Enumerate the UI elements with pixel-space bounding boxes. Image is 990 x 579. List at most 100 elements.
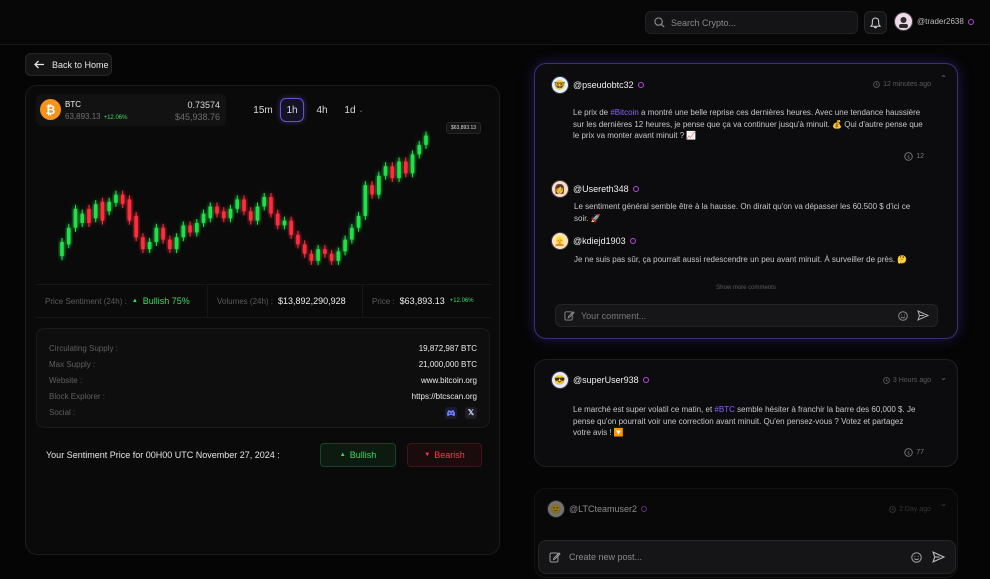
price-value: $63,893.13 <box>399 296 445 306</box>
bitcoin-logo-icon: ₿ <box>40 99 61 120</box>
post-avatar: 😎 <box>551 371 569 389</box>
candlestick-chart <box>60 131 428 265</box>
candle-up <box>228 204 233 223</box>
candle-down <box>161 223 165 244</box>
send-icon[interactable] <box>932 551 945 563</box>
candle-down <box>248 207 253 225</box>
candle-down <box>370 181 374 199</box>
comment-author[interactable]: 👩 @Usereth348 <box>551 180 639 198</box>
candle-up <box>350 223 354 244</box>
post-text: Le prix de #Bitcoin a montré une belle r… <box>573 108 923 140</box>
comment-text: Je ne suis pas sûr, ça pourrait aussi re… <box>574 255 908 264</box>
comment-author[interactable]: 👱 @kdiejd1903 <box>551 232 636 250</box>
comment-input[interactable]: Your comment... <box>555 304 938 327</box>
stats-bar: Price Sentiment (24h) : ▲ Bullish 75% Vo… <box>36 284 491 318</box>
candle-down <box>403 157 408 178</box>
candle-down <box>242 195 246 216</box>
post-author[interactable]: 🤓 @pseudobtc32 <box>551 76 644 94</box>
verified-icon <box>629 238 636 244</box>
hashtag-link[interactable]: #BTC <box>714 405 734 414</box>
candle-up <box>424 131 428 149</box>
show-more-comments[interactable]: Show more comments <box>535 285 957 291</box>
candle-down <box>296 230 300 249</box>
edit-icon <box>564 311 575 321</box>
info-row-social: Social : 𝕏 <box>49 405 477 421</box>
candle-down <box>302 240 307 258</box>
timeframe-1h[interactable]: 1h <box>280 98 304 122</box>
candle-up <box>282 216 287 230</box>
timeframe-1d[interactable]: 1d ⌄ <box>340 98 368 122</box>
block-explorer-link[interactable]: https://btcscan.org <box>412 392 477 401</box>
post-avatar: 🤓 <box>551 76 569 94</box>
arrow-down-icon: ▼ <box>424 452 431 458</box>
search-placeholder: Search Crypto... <box>671 17 737 28</box>
edit-icon <box>549 552 561 563</box>
clock-icon <box>873 81 880 88</box>
comment-avatar: 👱 <box>551 232 569 250</box>
verified-icon <box>642 377 649 383</box>
sentiment-label: Price Sentiment (24h) : <box>45 296 127 306</box>
candle-down <box>215 202 219 218</box>
post-card: 😎 @superUser938 3 Hours ago ⌄ Le marché … <box>534 359 958 467</box>
expand-icon[interactable]: ⌄ <box>940 499 947 508</box>
candle-down <box>188 221 192 237</box>
verified-icon <box>967 18 974 25</box>
candle-up <box>107 197 111 216</box>
website-link[interactable]: www.bitcoin.org <box>421 376 477 385</box>
candle-down <box>221 207 226 223</box>
volume-stat: Volumes (24h) : $13,892,290,928 <box>208 285 363 317</box>
post-time: 2 Day ago <box>889 506 931 513</box>
like-count[interactable]: $ 77 <box>904 448 924 457</box>
timeframe-4h[interactable]: 4h <box>310 98 334 122</box>
candle-down <box>329 249 334 265</box>
info-row-website: Website : www.bitcoin.org <box>49 375 477 385</box>
candle-up <box>255 202 260 225</box>
expand-icon[interactable]: ⌄ <box>940 373 947 382</box>
create-post-placeholder: Create new post... <box>569 552 643 562</box>
collapse-icon[interactable]: ⌃ <box>940 74 947 83</box>
candle-down <box>289 216 293 239</box>
like-count[interactable]: $ 12 <box>904 152 924 161</box>
candle-down <box>309 249 314 265</box>
hashtag-link[interactable]: #Bitcoin <box>610 108 638 117</box>
search-input[interactable]: Search Crypto... <box>645 11 858 34</box>
candle-down <box>87 204 91 228</box>
volume-value: $13,892,290,928 <box>278 296 346 306</box>
post-time: 3 Hours ago <box>883 377 931 384</box>
candle-down <box>141 233 145 254</box>
arrow-left-icon <box>34 60 44 69</box>
bearish-button[interactable]: ▼ Bearish <box>407 443 482 467</box>
bullish-button[interactable]: ▲ Bullish <box>320 443 396 467</box>
candle-up <box>356 211 361 232</box>
emoji-icon[interactable] <box>898 310 908 321</box>
x-twitter-icon[interactable]: 𝕏 <box>465 406 477 419</box>
user-avatar <box>894 12 913 31</box>
timeframe-15m[interactable]: 15m <box>250 98 276 122</box>
emoji-icon[interactable] <box>911 551 922 563</box>
notifications-button[interactable] <box>864 11 887 34</box>
user-menu[interactable]: @trader2638 <box>894 12 974 31</box>
candle-up <box>73 204 78 232</box>
post-card: 🤓 @pseudobtc32 12 minutes ago ⌃ Le prix … <box>534 63 958 339</box>
candle-up <box>343 235 347 256</box>
send-icon[interactable] <box>917 310 929 321</box>
arrow-up-icon: ▲ <box>131 298 138 304</box>
verified-icon <box>632 186 639 192</box>
candle-up <box>201 209 206 228</box>
candle-up <box>147 237 152 254</box>
svg-text:$: $ <box>907 154 910 159</box>
sentiment-value: Bullish 75% <box>142 296 190 306</box>
post-author[interactable]: 🙂 @LTCteamuser2 <box>547 500 647 518</box>
candle-up <box>195 219 199 237</box>
discord-icon[interactable] <box>445 406 457 419</box>
back-to-home-button[interactable]: Back to Home <box>25 53 112 76</box>
candle-up <box>154 223 159 246</box>
post-author[interactable]: 😎 @superUser938 <box>551 371 649 389</box>
coin-value: $45,938.76 <box>174 112 220 122</box>
candle-up <box>60 237 64 261</box>
coin-panel: ₿ BTC 63,893.13 +12.06% 0.73574 $45,938.7… <box>25 85 500 555</box>
verified-icon <box>637 82 644 88</box>
price-stat: Price : $63,893.13 +12.06% <box>363 285 491 317</box>
create-post-input[interactable]: Create new post... <box>538 540 956 574</box>
arrow-up-icon: ▲ <box>339 452 346 458</box>
